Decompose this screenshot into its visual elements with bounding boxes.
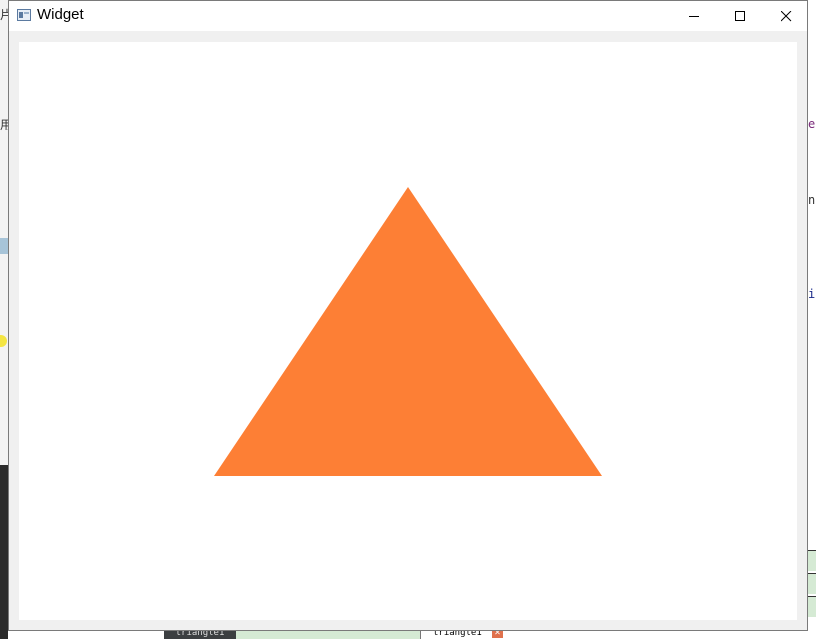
background-cell [808,596,816,617]
background-text-fragment: i [808,287,816,301]
title-bar[interactable]: Widget [9,1,807,31]
background-highlight [0,238,8,254]
close-button[interactable] [763,1,809,31]
background-panel [0,465,8,639]
background-cell [808,573,816,594]
minimize-icon [689,16,699,17]
window-title: Widget [37,6,84,23]
canvas-drawing [214,187,602,476]
background-text-fragment: e [808,117,816,131]
background-text-fragment: n [808,193,816,207]
maximize-icon [735,11,745,21]
app-window-icon [17,9,31,21]
background-cell [808,550,816,571]
maximize-button[interactable] [717,1,763,31]
close-icon [781,11,792,22]
orange-triangle [214,187,602,476]
minimize-button[interactable] [671,1,717,31]
widget-window: Widget [8,0,808,631]
render-canvas[interactable] [19,42,797,620]
